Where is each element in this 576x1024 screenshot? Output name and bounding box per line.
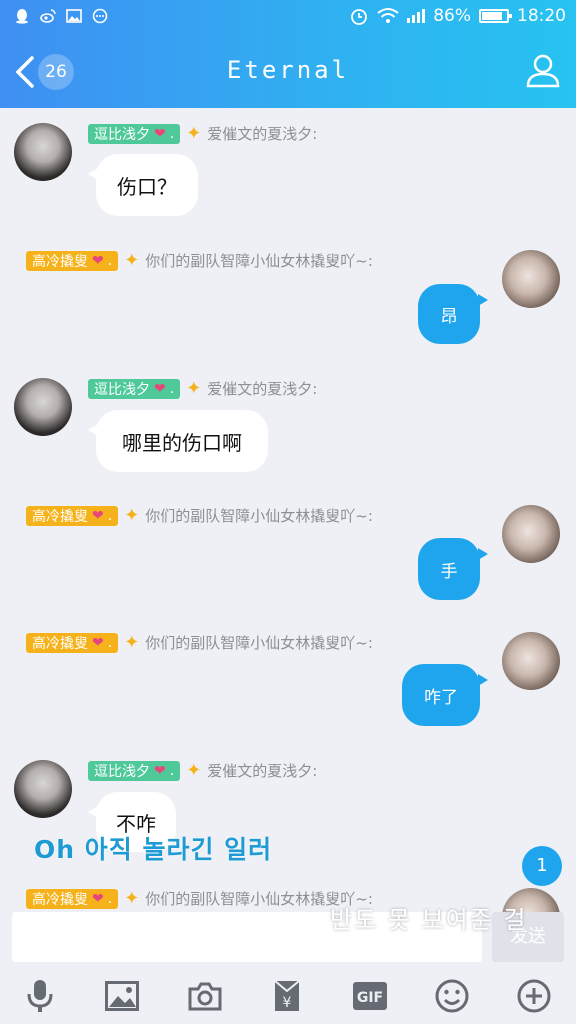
member-title-badge: 逗比浅夕 ❤. [88,123,181,144]
microphone-icon[interactable] [20,976,60,1016]
message-icon [92,8,108,24]
lyric-overlay-line2: 반도 못 보여준 걸 [330,906,528,934]
group-members-icon[interactable] [524,52,562,90]
heart-icon: ❤ [154,380,166,397]
avatar[interactable] [14,378,72,436]
star-icon: ✦ [124,249,140,271]
message-bubble[interactable]: 伤口？ [88,154,198,216]
heart-icon: ❤ [92,507,104,524]
chat-area[interactable]: 逗比浅夕 ❤. ✦ 爱催文的夏浅夕: 伤口？ 高冷撬叟 ❤. ✦ 你们的副队智障小仙… [0,108,576,912]
status-time: 18:20 [517,6,566,26]
member-title-badge: 高冷撬叟 ❤. [26,250,119,271]
qq-icon [16,9,28,24]
plus-icon[interactable] [514,976,554,1016]
heart-icon: ❤ [154,125,166,142]
input-toolbar: ¥ GIF [0,968,576,1024]
sender-nickname: 你们的副队智障小仙女林撬叟吖~: [145,634,373,652]
status-bar: 86% 18:20 [0,0,576,36]
star-icon: ✦ [124,887,140,909]
avatar[interactable] [14,123,72,181]
message-bubble[interactable]: 昂 [418,284,488,344]
image-icon [66,9,82,23]
weibo-icon [40,9,56,23]
member-title-badge: 高冷撬叟 ❤. [26,505,119,526]
new-message-badge[interactable]: 1 [522,846,562,886]
title-bar: 26 Eternal [0,36,576,108]
red-packet-icon[interactable]: ¥ [267,976,307,1016]
top-bar: 86% 18:20 26 Eternal [0,0,576,108]
sender-nickname: 你们的副队智障小仙女林撬叟吖~: [145,252,373,270]
status-right: 86% 18:20 [349,6,566,26]
member-title-badge: 高冷撬叟 ❤. [26,888,119,909]
notification-icons [14,8,108,24]
sender-nickname: 你们的副队智障小仙女林撬叟吖~: [145,507,373,525]
star-icon: ✦ [124,504,140,526]
member-title-badge: 逗比浅夕 ❤. [88,378,181,399]
battery-icon [479,9,512,23]
avatar[interactable] [502,250,560,308]
image-icon[interactable] [102,976,142,1016]
sender-nickname: 爱催文的夏浅夕: [207,380,318,398]
avatar[interactable] [502,505,560,563]
battery-percent: 86% [433,6,471,26]
alarm-icon [351,9,368,25]
chat-title: Eternal [226,56,350,84]
avatar[interactable] [502,632,560,690]
gif-label: GIF [357,990,383,1006]
heart-icon: ❤ [92,634,104,651]
member-title-badge: 逗比浅夕 ❤. [88,760,181,781]
star-icon: ✦ [124,631,140,653]
svg-text:¥: ¥ [283,995,292,1011]
member-title-badge: 高冷撬叟 ❤. [26,632,119,653]
sender-nickname: 爱催文的夏浅夕: [207,762,318,780]
sender-meta: 逗比浅夕 ❤. ✦ 爱催文的夏浅夕: [88,123,317,144]
sender-meta: 高冷撬叟 ❤. ✦ 你们的副队智障小仙女林撬叟吖~: [26,505,373,526]
sender-meta: 高冷撬叟 ❤. ✦ 你们的副队智障小仙女林撬叟吖~: [26,250,373,271]
emoji-icon[interactable] [432,976,472,1016]
camera-icon[interactable] [185,976,225,1016]
heart-icon: ❤ [92,890,104,907]
star-icon: ✦ [186,377,202,399]
sender-meta: 高冷撬叟 ❤. ✦ 你们的副队智障小仙女林撬叟吖~: [26,888,373,909]
message-bubble[interactable]: 哪里的伤口啊 [88,410,268,472]
gif-icon[interactable]: GIF [350,976,390,1016]
star-icon: ✦ [186,759,202,781]
avatar[interactable] [14,760,72,818]
sender-meta: 逗比浅夕 ❤. ✦ 爱催文的夏浅夕: [88,760,317,781]
wifi-icon [377,8,399,23]
heart-icon: ❤ [92,252,104,269]
star-icon: ✦ [186,122,202,144]
heart-icon: ❤ [154,762,166,779]
message-bubble[interactable]: 咋了 [402,664,488,726]
signal-icon [407,9,426,23]
sender-nickname: 爱催文的夏浅夕: [207,125,318,143]
sender-meta: 逗比浅夕 ❤. ✦ 爱催文的夏浅夕: [88,378,317,399]
message-bubble[interactable]: 手 [418,538,488,600]
sender-meta: 高冷撬叟 ❤. ✦ 你们的副队智障小仙女林撬叟吖~: [26,632,373,653]
lyric-overlay-line1: Oh 아직 놀라긴 일러 [34,835,273,864]
